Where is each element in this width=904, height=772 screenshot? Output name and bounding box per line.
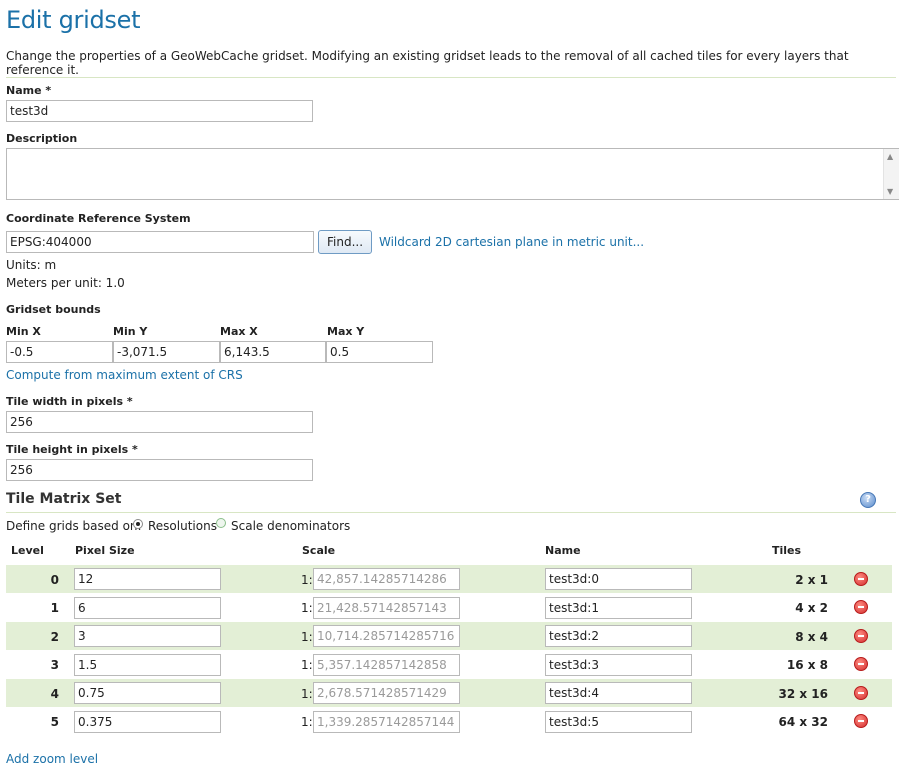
miny-label: Min Y: [113, 325, 148, 338]
crs-label: Coordinate Reference System: [6, 212, 191, 225]
minx-input[interactable]: [6, 341, 113, 363]
units-text: Units: m: [6, 258, 57, 272]
level-name-input[interactable]: [545, 568, 692, 590]
scale-prefix: 1:: [301, 630, 313, 644]
row-level: 5: [50, 715, 59, 729]
divider: [6, 77, 896, 78]
level-name-input[interactable]: [545, 625, 692, 647]
table-row: 3 1: 16 x 8: [6, 651, 892, 679]
compute-extent-link[interactable]: Compute from maximum extent of CRS: [6, 368, 243, 382]
level-name-input[interactable]: [545, 597, 692, 619]
remove-level-icon[interactable]: [854, 686, 868, 700]
column-tiles: Tiles: [772, 544, 802, 557]
tile-width-input[interactable]: [6, 411, 313, 433]
description-scrollbar[interactable]: ▲ ▼: [883, 149, 899, 199]
level-name-input[interactable]: [545, 654, 692, 676]
scale-denominators-label[interactable]: Scale denominators: [231, 519, 350, 533]
name-label: Name *: [6, 84, 52, 97]
help-icon[interactable]: ?: [860, 492, 876, 508]
resolutions-label[interactable]: Resolutions: [148, 519, 217, 533]
pixel-size-input[interactable]: [74, 682, 221, 704]
column-pixel-size: Pixel Size: [75, 544, 135, 557]
description-textarea[interactable]: [6, 148, 899, 200]
column-level: Level: [11, 544, 44, 557]
name-input[interactable]: [6, 100, 313, 122]
crs-description-link[interactable]: Wildcard 2D cartesian plane in metric un…: [379, 235, 644, 249]
scale-input[interactable]: [313, 597, 460, 619]
tiles-count: 16 x 8: [786, 658, 828, 672]
description-label: Description: [6, 132, 78, 145]
maxx-label: Max X: [220, 325, 258, 338]
scale-input[interactable]: [313, 711, 460, 733]
meters-per-unit-text: Meters per unit: 1.0: [6, 276, 125, 290]
scale-input[interactable]: [313, 568, 460, 590]
column-scale: Scale: [302, 544, 336, 557]
row-level: 1: [50, 601, 59, 615]
section-divider: [6, 512, 896, 513]
table-row: 4 1: 32 x 16: [6, 679, 892, 707]
crs-input[interactable]: [6, 231, 314, 253]
scale-prefix: 1:: [301, 715, 313, 729]
find-crs-button[interactable]: Find...: [318, 230, 373, 254]
scale-prefix: 1:: [301, 573, 313, 587]
table-row: 5 1: 64 x 32: [6, 708, 892, 736]
pixel-size-input[interactable]: [74, 711, 221, 733]
pixel-size-input[interactable]: [74, 597, 221, 619]
tiles-count: 4 x 2: [795, 601, 828, 615]
tiles-count: 2 x 1: [795, 573, 828, 587]
maxy-label: Max Y: [327, 325, 365, 338]
remove-level-icon[interactable]: [854, 657, 868, 671]
remove-level-icon[interactable]: [854, 600, 868, 614]
page-title: Edit gridset: [6, 6, 141, 34]
pixel-size-input[interactable]: [74, 654, 221, 676]
table-row: 1 1: 4 x 2: [6, 594, 892, 622]
scale-denominators-radio[interactable]: [216, 518, 226, 528]
level-name-input[interactable]: [545, 711, 692, 733]
maxy-input[interactable]: [326, 341, 433, 363]
tile-width-label: Tile width in pixels *: [6, 395, 133, 408]
row-level: 0: [50, 573, 59, 587]
scale-input[interactable]: [313, 654, 460, 676]
scale-input[interactable]: [313, 625, 460, 647]
remove-level-icon[interactable]: [854, 714, 868, 728]
tiles-count: 32 x 16: [778, 687, 829, 701]
tile-matrix-set-title: Tile Matrix Set: [6, 491, 122, 507]
scroll-down-icon[interactable]: ▼: [887, 187, 893, 196]
tiles-count: 64 x 32: [778, 715, 829, 729]
level-name-input[interactable]: [545, 682, 692, 704]
miny-input[interactable]: [113, 341, 220, 363]
tile-height-label: Tile height in pixels *: [6, 443, 138, 456]
page-intro: Change the properties of a GeoWebCache g…: [6, 49, 849, 77]
pixel-size-input[interactable]: [74, 625, 221, 647]
column-name: Name: [545, 544, 581, 557]
table-row: 0 1: 2 x 1: [6, 565, 892, 593]
row-level: 3: [50, 658, 59, 672]
scale-prefix: 1:: [301, 687, 313, 701]
add-zoom-level-link[interactable]: Add zoom level: [6, 752, 98, 766]
pixel-size-input[interactable]: [74, 568, 221, 590]
gridset-bounds-label: Gridset bounds: [6, 303, 101, 316]
define-grids-label: Define grids based on:: [6, 519, 142, 533]
table-row: 2 1: 8 x 4: [6, 622, 892, 650]
scroll-up-icon[interactable]: ▲: [887, 152, 893, 161]
resolutions-radio[interactable]: [133, 519, 143, 529]
remove-level-icon[interactable]: [854, 629, 868, 643]
row-level: 4: [50, 687, 59, 701]
scale-input[interactable]: [313, 682, 460, 704]
row-level: 2: [50, 630, 59, 644]
tile-height-input[interactable]: [6, 459, 313, 481]
scale-prefix: 1:: [301, 658, 313, 672]
maxx-input[interactable]: [220, 341, 326, 363]
remove-level-icon[interactable]: [854, 572, 868, 586]
minx-label: Min X: [6, 325, 41, 338]
scale-prefix: 1:: [301, 601, 313, 615]
tiles-count: 8 x 4: [795, 630, 828, 644]
